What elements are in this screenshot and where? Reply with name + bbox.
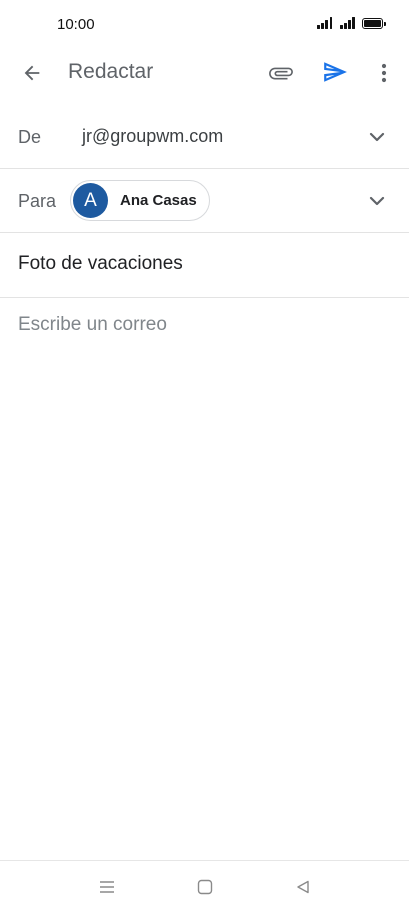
subject-row [0, 233, 409, 298]
body-input[interactable] [18, 314, 390, 834]
attach-button[interactable] [266, 58, 296, 88]
page-title: Redactar [68, 60, 154, 83]
to-row: Para A Ana Casas [0, 169, 409, 233]
chevron-down-icon [369, 196, 385, 206]
signal-icon [340, 17, 355, 29]
status-icons [317, 17, 386, 29]
paperclip-icon [269, 67, 293, 80]
to-expand-button[interactable] [365, 189, 389, 213]
from-value: jr@groupwm.com [82, 126, 224, 146]
battery-icon [362, 18, 386, 29]
nav-back-button[interactable] [291, 876, 315, 898]
status-bar: 10:00 [0, 0, 409, 50]
status-time: 10:00 [57, 16, 95, 33]
send-icon [324, 62, 347, 82]
system-nav-bar [0, 860, 409, 910]
from-row: De jr@groupwm.com [0, 105, 409, 169]
avatar: A [73, 183, 108, 218]
app-bar: Redactar [0, 50, 409, 96]
back-button[interactable] [18, 59, 46, 87]
more-options-button[interactable] [372, 58, 396, 88]
chevron-down-icon [369, 132, 385, 142]
nav-menu-button[interactable] [95, 876, 119, 898]
from-expand-button[interactable] [365, 125, 389, 149]
subject-input[interactable] [18, 253, 378, 275]
signal-icon [317, 17, 333, 29]
recipient-chip[interactable]: A Ana Casas [70, 180, 210, 221]
more-vert-icon [381, 63, 387, 83]
arrow-back-icon [24, 65, 40, 81]
menu-icon [100, 881, 114, 893]
send-button[interactable] [320, 57, 350, 87]
nav-home-button[interactable] [193, 876, 217, 898]
home-icon [197, 879, 213, 895]
from-label: De [18, 127, 42, 147]
recipient-name: Ana Casas [120, 192, 197, 209]
to-label: Para [18, 191, 57, 211]
back-triangle-icon [297, 880, 309, 894]
